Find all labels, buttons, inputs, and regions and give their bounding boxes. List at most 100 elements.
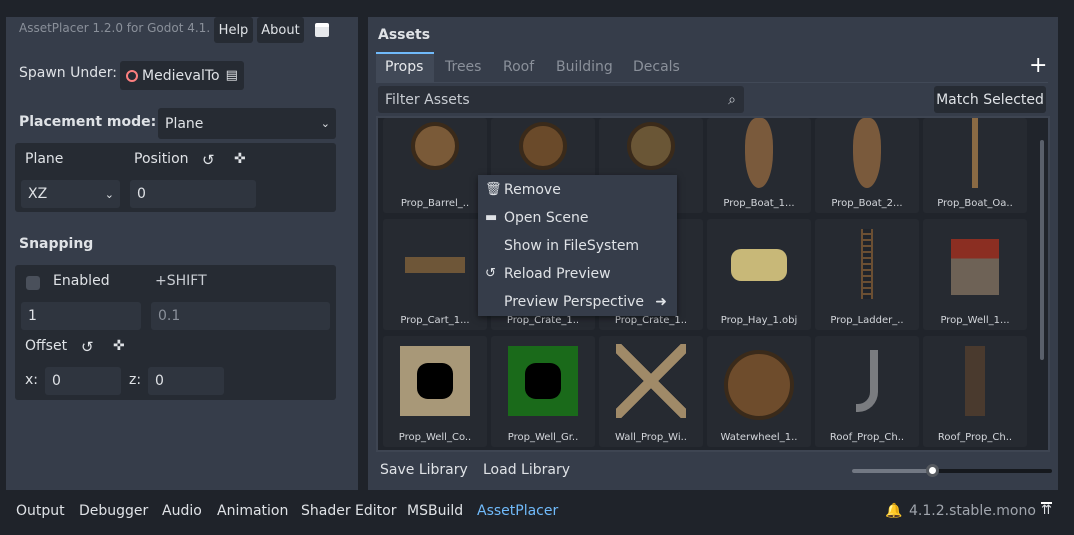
slider-fill — [852, 469, 932, 473]
asset-tile[interactable]: Prop_Barrel_.. — [383, 118, 487, 213]
menu-label: Reload Preview — [504, 266, 611, 282]
asset-name: Prop_Crate_1.. — [614, 315, 688, 326]
arrow-right-icon: ➜ — [655, 294, 667, 310]
asset-tile[interactable]: Prop_Hay_1.obj — [707, 219, 811, 330]
search-icon: ⌕ — [728, 91, 736, 108]
add-tab-icon[interactable]: + — [1029, 53, 1047, 78]
menu-item-preview-perspective[interactable]: Preview Perspective ➜ — [478, 288, 677, 316]
bottom-tab-shader-editor[interactable]: Shader Editor — [301, 503, 396, 519]
bottom-tab-animation[interactable]: Animation — [217, 503, 288, 519]
asset-name: Waterwheel_1.. — [720, 432, 798, 443]
asset-name: Wall_Prop_Wi.. — [615, 432, 687, 443]
asset-name: Prop_Boat_1... — [723, 198, 795, 209]
asset-tile[interactable]: Prop_Well_1... — [923, 219, 1027, 330]
asset-tile[interactable]: Wall_Prop_Wi.. — [599, 336, 703, 447]
version-label-bottom: 4.1.2.stable.mono — [909, 503, 1036, 519]
menu-item-show-in-filesystem[interactable]: Show in FileSystem — [478, 232, 677, 260]
bottom-tab-debugger[interactable]: Debugger — [79, 503, 148, 519]
grid-scrollbar[interactable] — [1040, 140, 1044, 360]
asset-thumbnail — [853, 118, 881, 188]
asset-thumbnail — [508, 346, 578, 416]
asset-thumbnail — [745, 118, 773, 188]
save-library-button[interactable]: Save Library — [380, 462, 468, 478]
bottom-tab-output[interactable]: Output — [16, 503, 65, 519]
asset-tile[interactable]: Prop_Boat_1... — [707, 118, 811, 213]
asset-thumbnail — [724, 350, 794, 420]
asset-tile[interactable]: Prop_Boat_Oa.. — [923, 118, 1027, 213]
plane-select[interactable]: XZ ⌄ — [21, 180, 120, 208]
menu-label: Show in FileSystem — [504, 238, 640, 254]
reload-icon: ↺ — [485, 266, 496, 281]
snap-step-input[interactable]: 1 — [21, 302, 141, 330]
asset-tile[interactable]: Prop_Well_Co.. — [383, 336, 487, 447]
spawn-node-name: MedievalTo — [142, 67, 220, 84]
tab-roof[interactable]: Roof — [503, 54, 534, 80]
asset-thumbnail — [951, 239, 999, 295]
assets-title: Assets — [378, 27, 431, 43]
offset-label: Offset — [25, 338, 68, 354]
offset-x-input[interactable]: 0 — [45, 367, 121, 395]
select-node-icon: ▤ — [225, 68, 238, 83]
tab-trees[interactable]: Trees — [445, 54, 481, 80]
menu-item-open-scene[interactable]: ▬ Open Scene — [478, 204, 677, 232]
slider-handle[interactable] — [926, 464, 939, 477]
tab-building[interactable]: Building — [556, 54, 613, 80]
expand-bottom-panel-icon[interactable]: ⇈ — [1041, 502, 1052, 518]
asset-tile[interactable]: Prop_Ladder_.. — [815, 219, 919, 330]
plane-value: XZ — [28, 186, 48, 202]
pick-position-icon[interactable]: ✜ — [234, 151, 246, 167]
asset-tile[interactable]: Waterwheel_1.. — [707, 336, 811, 447]
bottom-tab-audio[interactable]: Audio — [162, 503, 202, 519]
shift-snap-step-input[interactable]: 0.1 — [151, 302, 330, 330]
offset-z-input[interactable]: 0 — [148, 367, 224, 395]
placement-mode-label: Placement mode: — [19, 114, 157, 130]
about-button[interactable]: About — [257, 17, 304, 43]
snapping-title: Snapping — [19, 236, 94, 252]
reset-offset-icon[interactable]: ↺ — [81, 338, 94, 356]
snapping-enabled-checkbox[interactable] — [26, 276, 40, 290]
position-label: Position — [134, 151, 189, 167]
node-icon — [126, 69, 138, 82]
spawn-under-node-button[interactable]: MedievalTo ▤ — [120, 61, 244, 90]
thumbnail-size-slider[interactable] — [852, 464, 1052, 477]
asset-tile[interactable]: Prop_Cart_1... — [383, 219, 487, 330]
asset-thumbnail — [616, 344, 686, 418]
asset-name: Prop_Barrel_.. — [400, 198, 470, 209]
menu-item-remove[interactable]: 🗑 Remove — [478, 176, 677, 204]
plane-label: Plane — [25, 151, 64, 167]
bottom-tab-assetplacer[interactable]: AssetPlacer — [477, 503, 558, 519]
tab-decals[interactable]: Decals — [633, 54, 680, 80]
asset-thumbnail — [627, 122, 675, 170]
menu-item-reload-preview[interactable]: ↺ Reload Preview — [478, 260, 677, 288]
chevron-down-icon: ⌄ — [320, 117, 330, 130]
asset-thumbnail — [731, 249, 787, 281]
x-label: x: — [25, 372, 39, 388]
asset-tile[interactable]: Prop_Boat_2... — [815, 118, 919, 213]
menu-label: Open Scene — [504, 210, 589, 226]
reset-icon[interactable]: ↺ — [202, 151, 215, 169]
help-button[interactable]: Help — [214, 17, 253, 43]
trash-icon: 🗑 — [485, 182, 502, 197]
asset-tile[interactable]: Roof_Prop_Ch.. — [815, 336, 919, 447]
tab-divider — [376, 82, 1048, 83]
filter-assets-input[interactable]: Filter Assets ⌕ — [378, 86, 744, 113]
match-selected-button[interactable]: Match Selected — [934, 86, 1046, 113]
load-library-button[interactable]: Load Library — [483, 462, 570, 478]
asset-thumbnail — [965, 346, 985, 416]
tab-props-label[interactable]: Props — [385, 54, 423, 80]
pick-offset-icon[interactable]: ✜ — [113, 338, 125, 354]
placement-mode-select[interactable]: Plane ⌄ — [158, 108, 336, 139]
context-menu: 🗑 Remove ▬ Open Scene Show in FileSystem ↺… — [478, 175, 677, 316]
asset-name: Prop_Boat_Oa.. — [937, 198, 1013, 209]
bottom-tab-msbuild[interactable]: MSBuild — [407, 503, 463, 519]
asset-tile[interactable]: Prop_Well_Gr.. — [491, 336, 595, 447]
asset-name: Prop_Well_1... — [940, 315, 1010, 326]
asset-name: Roof_Prop_Ch.. — [937, 432, 1013, 443]
placement-mode-value: Plane — [165, 115, 204, 132]
bell-icon[interactable]: 🔔 — [885, 503, 902, 519]
asset-tile[interactable]: Roof_Prop_Ch.. — [923, 336, 1027, 447]
enabled-label: Enabled — [53, 273, 110, 289]
position-input[interactable]: 0 — [130, 180, 256, 208]
window-icon[interactable] — [315, 23, 329, 37]
asset-thumbnail — [405, 257, 465, 273]
